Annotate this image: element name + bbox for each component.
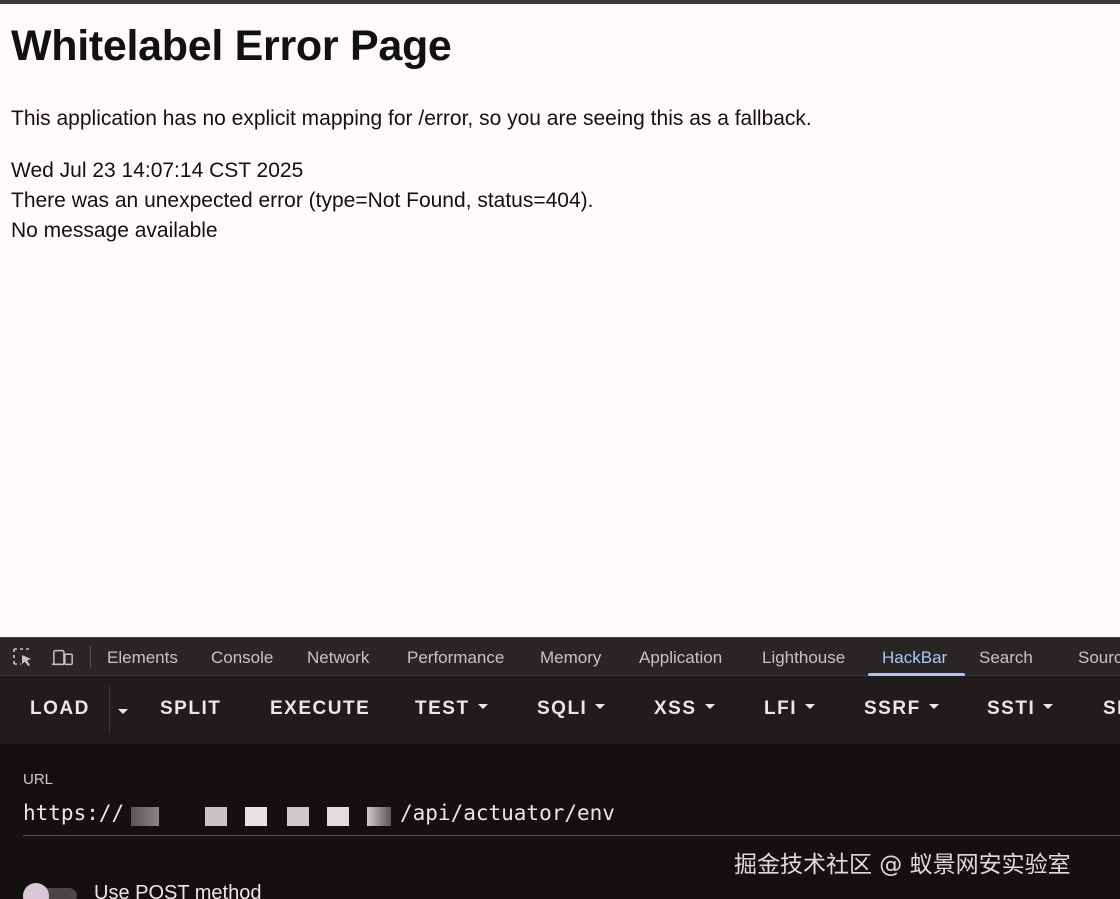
fallback-text: This application has no explicit mapping… <box>11 107 812 130</box>
post-method-toggle[interactable] <box>23 883 77 899</box>
chevron-down-icon <box>1043 704 1054 710</box>
tab-memory[interactable]: Memory <box>540 648 601 668</box>
redacted-host <box>327 807 349 826</box>
chevron-down-icon <box>477 704 488 710</box>
devtools-tab-bar: Elements Console Network Performance Mem… <box>0 637 1120 676</box>
ssrf-label: SSRF <box>864 698 921 719</box>
redacted-host <box>287 807 309 826</box>
chevron-down-icon <box>928 704 939 710</box>
sqli-menu-button[interactable]: SQLI <box>537 698 606 720</box>
chevron-down-icon <box>595 704 606 710</box>
url-prefix-text: https:// <box>23 801 125 825</box>
url-label: URL <box>23 771 54 788</box>
xss-label: XSS <box>654 698 697 719</box>
lfi-menu-button[interactable]: LFI <box>764 698 815 720</box>
redacted-host <box>131 807 159 826</box>
tab-search[interactable]: Search <box>979 648 1033 668</box>
url-input[interactable]: https:// /api/actuator/env <box>23 801 1120 836</box>
execute-button[interactable]: EXECUTE <box>270 698 370 720</box>
error-message: No message available <box>11 219 218 242</box>
redacted-host <box>367 807 391 826</box>
tab-network[interactable]: Network <box>307 648 369 668</box>
inspect-element-icon[interactable] <box>12 647 34 667</box>
tab-application[interactable]: Application <box>639 648 722 668</box>
test-label: TEST <box>415 698 470 719</box>
redacted-host <box>245 807 267 826</box>
hackbar-toolbar: LOAD SPLIT EXECUTE TEST SQLI XSS LFI SSR… <box>0 676 1120 744</box>
tab-console[interactable]: Console <box>211 648 273 668</box>
url-path-text: /api/actuator/env <box>400 801 615 825</box>
tab-hackbar[interactable]: HackBar <box>882 648 947 668</box>
watermark: 掘金技术社区 @ 蚁景网安实验室 <box>734 852 1071 878</box>
sqli-label: SQLI <box>537 698 588 719</box>
tab-elements[interactable]: Elements <box>107 648 178 668</box>
tab-sources[interactable]: Sources <box>1078 648 1120 668</box>
load-dropdown-icon[interactable] <box>118 709 128 714</box>
hackbar-body: URL https:// /api/actuator/env Use POST … <box>0 744 1120 899</box>
xss-menu-button[interactable]: XSS <box>654 698 715 720</box>
test-menu-button[interactable]: TEST <box>415 698 488 720</box>
shell-menu-button[interactable]: SHELL <box>1103 698 1120 720</box>
page-title: Whitelabel Error Page <box>11 22 452 70</box>
load-divider <box>109 686 110 734</box>
toolbar-separator <box>90 646 91 668</box>
tab-performance[interactable]: Performance <box>407 648 504 668</box>
ssti-menu-button[interactable]: SSTI <box>987 698 1054 720</box>
ssrf-menu-button[interactable]: SSRF <box>864 698 939 720</box>
chevron-down-icon <box>704 704 715 710</box>
chevron-down-icon <box>805 704 815 710</box>
split-button[interactable]: SPLIT <box>160 698 221 720</box>
post-method-label: Use POST method <box>94 882 262 899</box>
error-timestamp: Wed Jul 23 14:07:14 CST 2025 <box>11 159 304 182</box>
tab-lighthouse[interactable]: Lighthouse <box>762 648 845 668</box>
redacted-host <box>205 807 227 826</box>
toggle-knob <box>23 883 49 899</box>
lfi-label: LFI <box>764 698 797 719</box>
devtools-panel: Elements Console Network Performance Mem… <box>0 637 1120 899</box>
error-details: There was an unexpected error (type=Not … <box>11 189 594 212</box>
ssti-label: SSTI <box>987 698 1036 719</box>
load-button[interactable]: LOAD <box>30 698 90 720</box>
error-page: Whitelabel Error Page This application h… <box>0 4 1120 637</box>
device-toolbar-icon[interactable] <box>52 647 74 667</box>
